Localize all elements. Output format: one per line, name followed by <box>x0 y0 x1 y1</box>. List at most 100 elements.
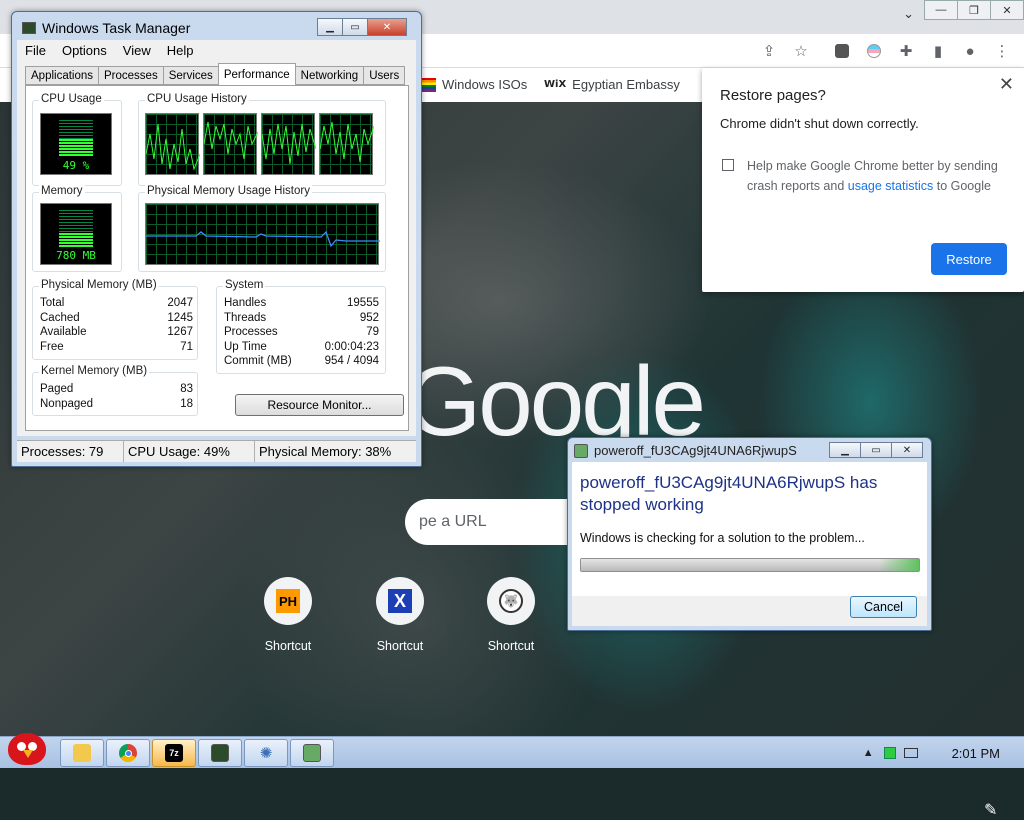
performance-panel: CPU Usage 49 % CPU Usage History Memory <box>25 85 409 431</box>
network-tray-icon[interactable] <box>903 748 918 758</box>
shortcut-3-icon: 🐺 <box>499 589 523 613</box>
crash-message: Windows is checking for a solution to th… <box>580 531 865 545</box>
ublock-extension-icon[interactable] <box>833 42 851 60</box>
status-bar: Processes: 79 CPU Usage: 49% Physical Me… <box>17 440 416 462</box>
start-button[interactable] <box>2 731 52 769</box>
cpu-history-graph-core-1 <box>145 113 201 175</box>
tab-applications[interactable]: Applications <box>25 66 100 85</box>
shortcut-label: Shortcut <box>376 639 424 653</box>
taskbar-network-button[interactable]: ✺ <box>244 739 288 767</box>
extensions-puzzle-icon[interactable]: ✚ <box>897 42 915 60</box>
cpu-usage-meter: 49 % <box>40 113 112 175</box>
chrome-window-controls: — ❐ ✕ <box>924 0 1024 20</box>
restore-title: Restore pages? <box>720 87 826 104</box>
bookmark-star-icon[interactable]: ☆ <box>792 42 810 60</box>
clock[interactable]: 2:01 PM <box>952 746 1000 761</box>
network-icon: ✺ <box>259 745 273 762</box>
stat-value: 1267 <box>167 326 193 339</box>
chrome-minimize-button[interactable]: — <box>924 0 958 20</box>
tab-performance[interactable]: Performance <box>217 63 296 85</box>
tab-search-chevron[interactable]: ⌄ <box>903 6 914 22</box>
cpu-usage-group: CPU Usage 49 % <box>32 93 122 186</box>
stat-value: 18 <box>180 397 193 410</box>
bookmark-windows-isos[interactable]: Windows ISOs <box>420 77 527 92</box>
menu-bar: File Options View Help <box>17 40 416 60</box>
memory-history-group: Physical Memory Usage History <box>138 185 386 272</box>
shortcut-tile-3[interactable]: 🐺 Shortcut <box>456 577 566 653</box>
restore-pages-popup: Restore pages? ✕ Chrome didn't shut down… <box>702 68 1024 292</box>
cpu-history-graph-core-2 <box>203 113 259 175</box>
kernel-memory-group: Kernel Memory (MB) Paged 83 Nonpaged 18 <box>32 365 198 416</box>
restore-button[interactable]: Restore <box>931 243 1007 275</box>
taskbar-explorer-button[interactable] <box>60 739 104 767</box>
usage-statistics-link[interactable]: usage statistics <box>848 179 933 193</box>
maximize-button[interactable]: ▭ <box>342 18 368 36</box>
stat-label: Cached <box>40 311 80 324</box>
customize-pencil-icon[interactable]: ✎ <box>984 800 997 820</box>
taskbar-chrome-button[interactable] <box>106 739 150 767</box>
shortcut-tile-1[interactable]: PH Shortcut <box>233 577 343 653</box>
stat-row: Handles 19555 <box>224 297 379 312</box>
minimize-button[interactable]: ▁ <box>829 442 861 458</box>
stat-value: 2047 <box>167 297 193 309</box>
tab-networking[interactable]: Networking <box>294 66 365 85</box>
taskbar-task-manager-button[interactable] <box>198 739 242 767</box>
menu-help[interactable]: Help <box>167 43 194 58</box>
stat-row: Processes 79 <box>224 326 379 341</box>
tab-services[interactable]: Services <box>162 66 219 85</box>
crash-report-checkbox[interactable] <box>722 159 734 171</box>
7zip-icon: 7z <box>165 744 183 762</box>
angry-bird-start-icon <box>8 733 46 765</box>
show-hidden-icons-icon[interactable]: ▲ <box>863 747 874 759</box>
menu-options[interactable]: Options <box>62 43 107 58</box>
crash-dialog-titlebar[interactable]: poweroff_fU3CAg9jt4UNA6RjwupS <box>574 443 797 458</box>
stat-label: Free <box>40 340 64 353</box>
close-icon[interactable]: ✕ <box>999 74 1014 95</box>
crash-heading: poweroff_fU3CAg9jt4UNA6RjwupS has stoppe… <box>580 473 878 514</box>
menu-view[interactable]: View <box>123 43 151 58</box>
task-manager-titlebar[interactable]: Windows Task Manager <box>22 20 190 36</box>
chrome-restore-button[interactable]: ❐ <box>957 0 991 20</box>
status-cpu: CPU Usage: 49% <box>124 441 255 462</box>
stat-row: Available 1267 <box>40 326 193 341</box>
profile-avatar-icon[interactable]: ● <box>961 42 979 60</box>
memory-meter: 780 MB <box>40 203 112 265</box>
shortcut-1-icon: PH <box>276 589 300 613</box>
maximize-button[interactable]: ▭ <box>860 442 892 458</box>
taskbar: 7z ✺ ▲ 2:01 PM <box>0 733 1024 769</box>
stat-label: Commit (MB) <box>224 355 292 368</box>
stat-value: 0:00:04:23 <box>324 340 379 353</box>
bookmark-egyptian-embassy[interactable]: WiX Egyptian Embassy <box>544 77 680 92</box>
system-tray: ▲ 2:01 PM <box>863 737 1024 769</box>
taskbar-crash-process-button[interactable] <box>290 739 334 767</box>
status-processes: Processes: 79 <box>17 441 124 462</box>
stat-value: 79 <box>366 326 379 339</box>
rainbow-flag-icon <box>420 77 436 92</box>
application-icon <box>574 443 588 458</box>
resource-monitor-button[interactable]: Resource Monitor... <box>235 394 404 416</box>
tab-users[interactable]: Users <box>363 66 406 85</box>
shortcut-tile-2[interactable]: X Shortcut <box>345 577 455 653</box>
kernel-memory-stats: Paged 83 Nonpaged 18 <box>40 383 193 412</box>
stat-value: 954 / 4094 <box>324 355 379 368</box>
stat-label: Threads <box>224 311 267 324</box>
menu-file[interactable]: File <box>25 43 46 58</box>
stat-label: Handles <box>224 297 267 309</box>
taskbar-7zip-button[interactable]: 7z <box>152 739 196 767</box>
share-icon[interactable]: ⇪ <box>760 42 778 60</box>
tab-processes[interactable]: Processes <box>98 66 164 85</box>
stat-value: 1245 <box>167 311 193 324</box>
chrome-menu-icon[interactable]: ⋮ <box>993 42 1011 60</box>
folder-icon <box>73 744 91 762</box>
close-button[interactable]: ✕ <box>367 18 407 36</box>
task-manager-icon <box>211 744 229 762</box>
close-button[interactable]: ✕ <box>891 442 923 458</box>
extension-icon[interactable] <box>865 42 883 60</box>
side-panel-icon[interactable]: ▮ <box>929 42 947 60</box>
search-placeholder: pe a URL <box>419 513 487 530</box>
task-manager-body: Applications Processes Services Performa… <box>17 60 416 436</box>
minimize-button[interactable]: ▁ <box>317 18 343 36</box>
chrome-close-button[interactable]: ✕ <box>990 0 1024 20</box>
tray-status-icon[interactable] <box>883 747 896 759</box>
cancel-button[interactable]: Cancel <box>850 596 917 618</box>
